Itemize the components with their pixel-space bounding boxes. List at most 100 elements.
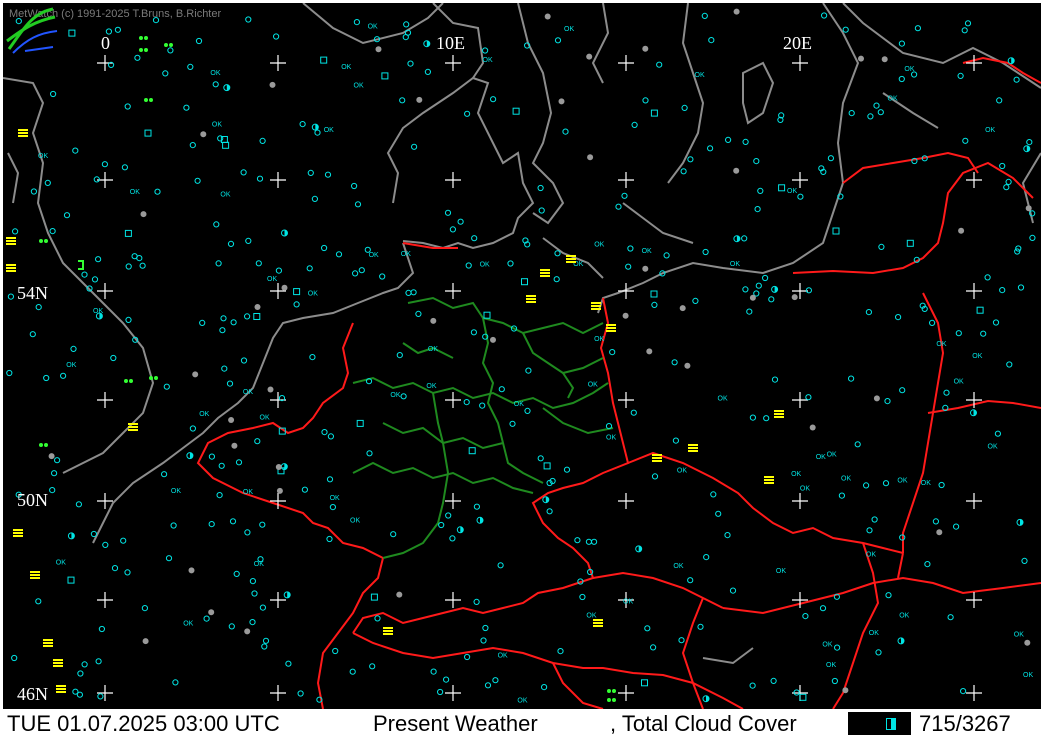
station-marker (366, 450, 373, 457)
lat-label-54n: 54N (17, 283, 48, 303)
ok-label: OK (888, 96, 898, 103)
ok-label: OK (212, 122, 222, 129)
station-marker-gray (267, 386, 274, 393)
station-marker (255, 260, 262, 267)
station-marker (228, 623, 235, 630)
station-marker (609, 349, 616, 356)
station-marker (101, 161, 109, 168)
station-marker (955, 330, 962, 337)
ok-label: OK (368, 24, 378, 31)
station-marker (124, 569, 131, 576)
station-marker (687, 577, 694, 584)
station-marker-partial (970, 409, 977, 417)
fog-symbol-lines (128, 423, 138, 431)
ok-label: OK (171, 488, 181, 495)
station-marker (195, 37, 203, 45)
station-marker (457, 218, 464, 225)
ok-label: OK (341, 64, 351, 71)
station-marker-partial (281, 229, 288, 237)
station-marker-partial (67, 532, 75, 540)
grid-cross (97, 392, 113, 408)
station-marker-overcast (381, 72, 389, 80)
station-marker-gray (375, 46, 382, 53)
station-marker (410, 289, 417, 296)
station-marker-partial (186, 452, 194, 460)
station-marker (762, 274, 769, 282)
grid-cross (618, 493, 634, 509)
station-marker (235, 459, 243, 466)
station-marker-partial (733, 235, 741, 243)
station-marker (111, 565, 119, 572)
station-marker (671, 359, 678, 366)
station-marker (663, 252, 670, 259)
station-marker (473, 598, 480, 606)
drizzle-dot (44, 239, 48, 243)
station-marker (999, 287, 1006, 294)
station-marker (256, 175, 264, 182)
station-marker (615, 203, 622, 210)
station-marker-partial (542, 496, 550, 504)
station-marker (805, 394, 812, 401)
station-marker (961, 27, 968, 34)
station-marker-gray (749, 294, 756, 301)
station-marker-partial (311, 123, 319, 131)
station-marker (678, 637, 685, 644)
station-marker-overcast (320, 56, 328, 64)
drizzle-dot (144, 48, 148, 52)
drizzle-symbol (607, 698, 616, 702)
ok-label: OK (354, 82, 364, 89)
station-marker (203, 615, 210, 622)
lon-label-0: 0 (101, 33, 110, 53)
fog-symbol (6, 264, 16, 272)
station-marker (621, 192, 628, 199)
station-marker (929, 319, 936, 326)
station-marker (449, 226, 456, 233)
cloud-cover-legend-icon (886, 718, 896, 730)
ok-label: OK (38, 153, 48, 160)
station-marker-overcast (370, 593, 378, 601)
station-marker (324, 171, 332, 178)
station-marker-gray (544, 13, 551, 20)
metwatch-logo-icon[interactable] (3, 3, 59, 55)
map-canvas[interactable]: OKOKOKOKOKOKOKOKOKOKOKOKOKOKOKOKOK OKOKOK… (3, 3, 1041, 709)
station-marker (742, 138, 749, 145)
station-marker (187, 63, 194, 71)
station-marker (369, 663, 376, 670)
station-marker (524, 407, 531, 414)
station-marker (651, 301, 658, 308)
ok-label: OK (594, 336, 604, 343)
station-marker (351, 182, 358, 190)
fog-symbol-lines (53, 659, 63, 667)
lon-label-10e: 10E (436, 33, 465, 53)
ok-label: OK (308, 291, 318, 298)
ok-label: OK (972, 353, 982, 360)
station-marker (878, 243, 885, 250)
station-marker (437, 688, 444, 696)
station-marker (430, 668, 437, 675)
station-marker (321, 429, 328, 436)
station-marker (139, 262, 146, 269)
station-marker-overcast (832, 227, 840, 235)
station-marker (996, 97, 1003, 104)
station-marker-partial (897, 637, 905, 645)
station-marker (332, 647, 339, 655)
ok-label: OK (130, 189, 140, 196)
ok-label: OK (673, 563, 683, 570)
station-marker (358, 267, 365, 274)
station-count: 715/3267 (919, 711, 1011, 736)
station-marker (183, 104, 190, 111)
weather-map[interactable]: OK OK OK OK OK OK OK OK OK OK OK OK OK OK OK OK OK OK OK OK… (3, 3, 1041, 709)
ok-label: OK (822, 642, 832, 649)
station-marker (35, 304, 42, 311)
fog-symbol-lines (688, 444, 698, 452)
ok-label: OK (588, 382, 598, 389)
grid-cross (445, 592, 461, 608)
ok-label: OK (594, 242, 604, 249)
station-marker-gray (244, 628, 251, 635)
lon-label-20e: 20E (783, 33, 812, 53)
fog-symbol (774, 410, 784, 418)
ok-label: OK (841, 475, 851, 482)
weather-stations[interactable] (6, 8, 1036, 703)
status-bar: TUE 01.07.2025 03:00 UTC Present Weather… (3, 709, 1041, 738)
station-marker (651, 473, 659, 480)
